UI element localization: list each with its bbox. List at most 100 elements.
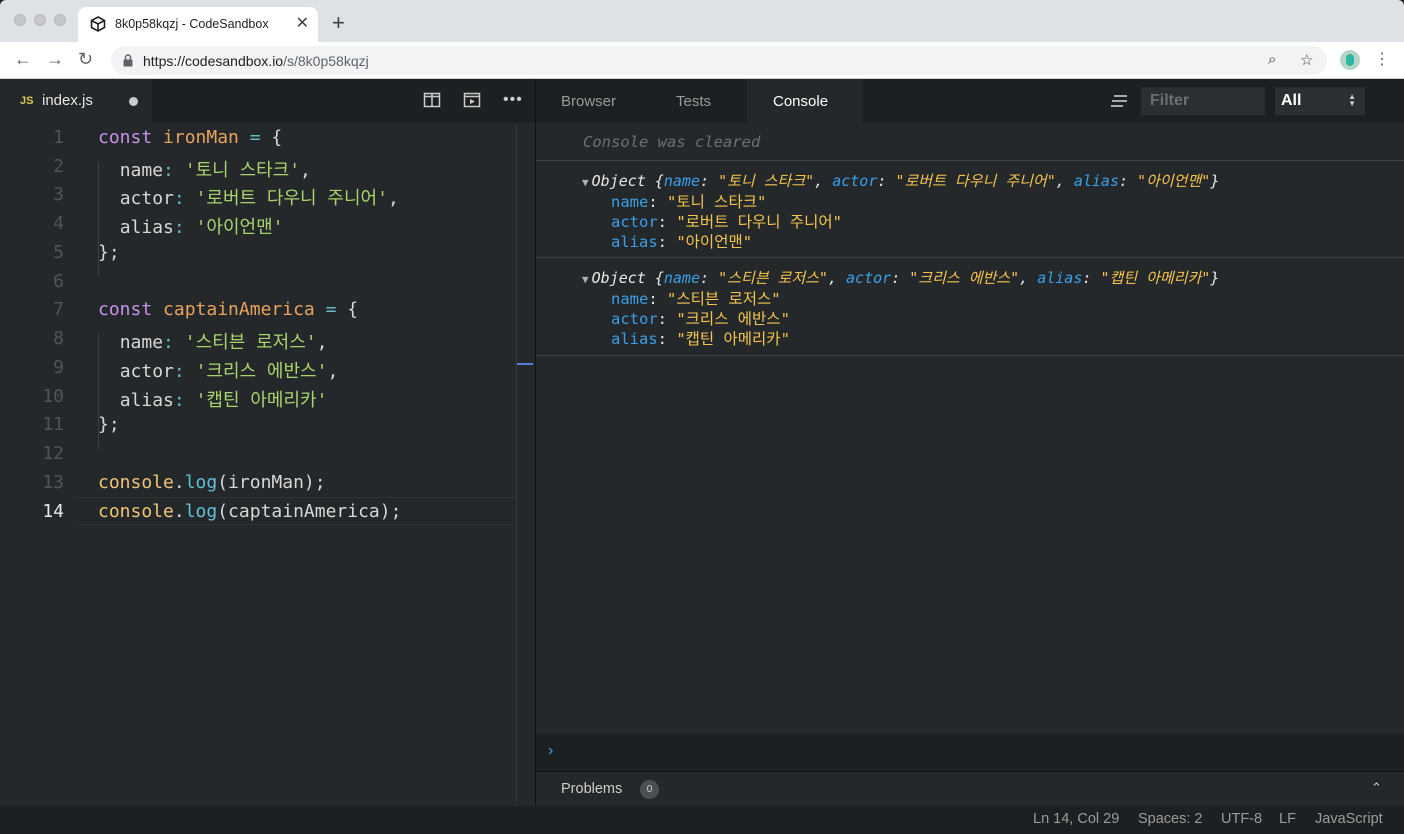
property-value: "아이언맨" — [676, 233, 753, 251]
address-bar[interactable]: https://codesandbox.io/s/8k0p58kqzj ⌕ ☆ — [111, 46, 1327, 75]
tab-close-icon[interactable]: ✕ — [296, 14, 309, 34]
token-property: actor — [119, 361, 174, 382]
property-key: alias — [611, 233, 658, 251]
console-property: name: "토니 스타크" — [611, 193, 767, 211]
token-string: '스티븐 로저스' — [184, 332, 317, 353]
property-value: "토니 스타크" — [667, 193, 767, 211]
chevron-up-icon[interactable]: ⌃ — [1371, 780, 1382, 796]
token-dot: . — [173, 472, 185, 493]
open-brace: { — [654, 172, 664, 190]
browser-tab[interactable]: 8k0p58kqzj - CodeSandbox ✕ — [78, 7, 318, 42]
file-encoding[interactable]: UTF-8 — [1221, 811, 1262, 827]
kebab-menu-icon[interactable]: ⋮ — [1374, 50, 1390, 70]
code-line-2[interactable]: name: '토니 스타크', — [98, 156, 311, 182]
code-line-10[interactable]: alias: '캡틴 아메리카' — [98, 386, 328, 412]
cursor-position[interactable]: Ln 14, Col 29 — [1033, 811, 1119, 827]
console-filter-input[interactable] — [1141, 87, 1265, 115]
star-icon[interactable]: ☆ — [1300, 51, 1313, 69]
console-property: name: "스티븐 로저스" — [611, 290, 781, 308]
editor-tab-bar: JS index.js ••• — [0, 79, 535, 123]
property-value: "스티븐 로저스" — [667, 290, 781, 308]
open-brace: { — [654, 269, 664, 287]
preview-value: "아이언맨" — [1137, 172, 1211, 190]
token-colon: : — [163, 332, 174, 353]
token-operator: = — [249, 127, 261, 148]
preview-key: name — [663, 269, 700, 287]
code-line-4[interactable]: alias: '아이언맨' — [98, 213, 284, 239]
code-line-8[interactable]: name: '스티븐 로저스', — [98, 328, 328, 354]
status-bar: Ln 14, Col 29 Spaces: 2 UTF-8 LF JavaScr… — [0, 806, 1404, 834]
code-line-14[interactable]: console.log(captainAmerica); — [98, 501, 401, 522]
line-number: 3 — [53, 184, 64, 205]
preview-panel: Browser Tests Console All ▲▼ Console was… — [535, 79, 1404, 806]
editor-scrollbar[interactable] — [516, 123, 517, 806]
url-text: https://codesandbox.io/s/8k0p58kqzj — [143, 53, 369, 69]
file-tab-index-js[interactable]: JS index.js — [0, 79, 152, 123]
line-number: 7 — [53, 299, 64, 320]
console-property: alias: "캡틴 아메리카" — [611, 330, 790, 348]
new-tab-button[interactable]: + — [332, 12, 345, 34]
token-property: alias — [119, 217, 174, 238]
code-line-1[interactable]: const ironMan = { — [98, 127, 282, 148]
tab-console[interactable]: Console — [773, 93, 828, 110]
console-entry-header[interactable]: ▼ Object {name: "토니 스타크", actor: "로버트 다우니… — [582, 170, 1219, 191]
code-line-3[interactable]: actor: '로버트 다우니 주니어', — [98, 184, 399, 210]
code-line-5[interactable]: }; — [98, 242, 120, 263]
more-options-icon[interactable]: ••• — [503, 91, 522, 109]
line-number: 9 — [53, 357, 64, 378]
console-output: Console was cleared ▼ Object {name: "토니 스… — [536, 123, 1404, 734]
line-number: 8 — [53, 328, 64, 349]
code-line-13[interactable]: console.log(ironMan); — [98, 472, 326, 493]
avatar[interactable] — [1340, 50, 1360, 70]
window-close-button[interactable] — [14, 14, 26, 26]
token-colon: : — [173, 217, 185, 238]
split-view-icon[interactable] — [423, 91, 441, 109]
console-entry-header[interactable]: ▼ Object {name: "스티븐 로저스", actor: "크리스 에반… — [582, 267, 1219, 288]
expand-triangle-icon[interactable]: ▼ — [582, 176, 589, 189]
log-level-value: All — [1281, 92, 1302, 109]
code-editor: JS index.js ••• 1 2 3 4 5 6 7 8 9 10 11 … — [0, 79, 535, 806]
line-number: 4 — [53, 213, 64, 234]
code-line-7[interactable]: const captainAmerica = { — [98, 299, 358, 320]
token-comma: , — [387, 188, 399, 209]
zoom-icon[interactable]: ⌕ — [1268, 51, 1276, 68]
console-input[interactable]: › — [536, 734, 1404, 771]
clear-console-icon[interactable] — [1110, 95, 1128, 107]
cursor-scroll-marker — [517, 363, 533, 365]
token-args: (captainAmerica); — [217, 501, 402, 522]
console-property: actor: "로버트 다우니 주니어" — [611, 213, 843, 231]
token-property: name — [119, 160, 164, 181]
indentation-setting[interactable]: Spaces: 2 — [1138, 811, 1203, 827]
forward-arrow-icon[interactable]: → — [46, 49, 64, 69]
token-string: '크리스 에반스' — [195, 361, 328, 382]
token-args: (ironMan); — [217, 472, 326, 493]
line-ending[interactable]: LF — [1279, 811, 1296, 827]
language-mode[interactable]: JavaScript — [1315, 811, 1383, 827]
window-minimize-button[interactable] — [34, 14, 46, 26]
line-number: 10 — [42, 386, 64, 407]
code-line-9[interactable]: actor: '크리스 에반스', — [98, 357, 339, 383]
reload-icon[interactable]: ↻ — [78, 49, 93, 69]
token-object: console — [98, 501, 174, 522]
preview-value: "캡틴 아메리카" — [1100, 269, 1211, 287]
line-number: 5 — [53, 242, 64, 263]
preview-key: actor — [832, 172, 878, 190]
problems-bar[interactable]: Problems 0 ⌃ — [536, 771, 1404, 806]
token-punctuation: { — [271, 127, 283, 148]
window-zoom-button[interactable] — [54, 14, 66, 26]
tab-browser[interactable]: Browser — [561, 93, 616, 110]
code-line-11[interactable]: }; — [98, 414, 120, 435]
log-level-select[interactable]: All ▲ ▼ — [1275, 87, 1365, 115]
property-key: alias — [611, 330, 658, 348]
preview-key: actor — [846, 269, 892, 287]
expand-triangle-icon[interactable]: ▼ — [582, 273, 589, 286]
line-number-active: 14 — [42, 501, 64, 522]
token-variable: ironMan — [163, 127, 239, 148]
preview-value: "토니 스타크" — [718, 172, 815, 190]
tab-tests[interactable]: Tests — [676, 93, 711, 110]
preview-key: alias — [1037, 269, 1083, 287]
property-key: name — [611, 290, 649, 308]
back-arrow-icon[interactable]: ← — [14, 49, 32, 69]
preview-icon[interactable] — [463, 91, 481, 109]
unsaved-dot-icon[interactable] — [129, 97, 138, 106]
